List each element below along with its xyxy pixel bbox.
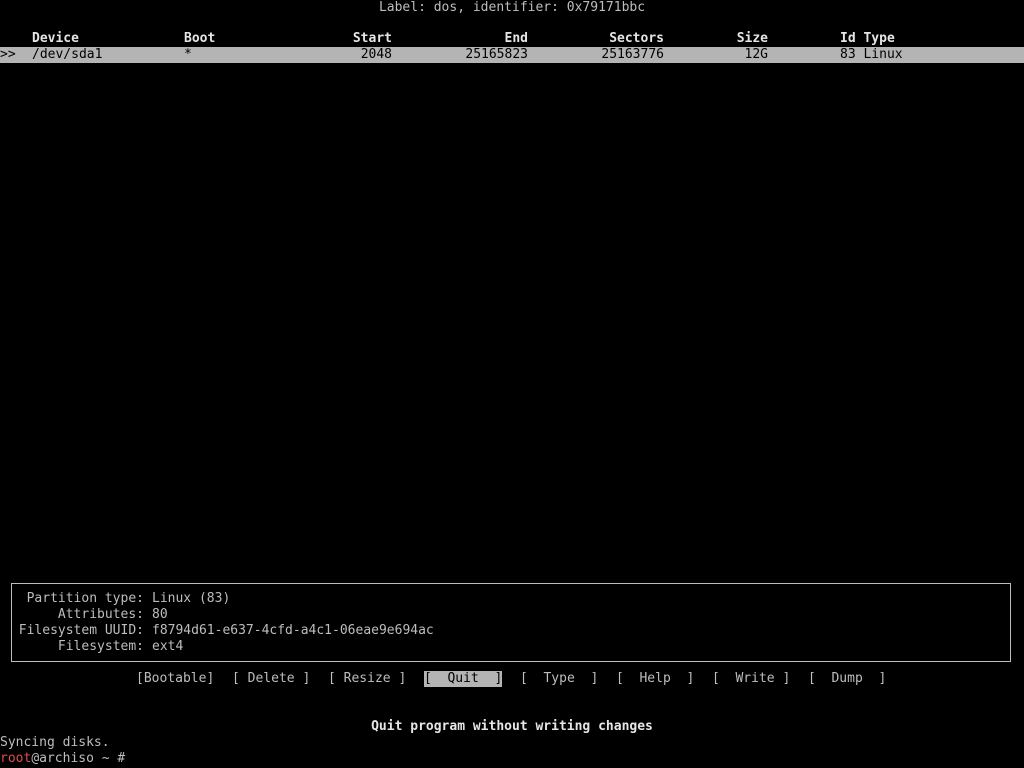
terminal-screen: Label: dos, identifier: 0x79171bbc Devic… — [0, 0, 1024, 768]
column-header-boot: Boot — [184, 31, 216, 46]
partition-sectors: 25163776 — [601, 47, 664, 62]
filesystem-label: Filesystem: — [57, 639, 144, 654]
filesystem-value: ext4 — [152, 639, 184, 654]
partition-device: /dev/sda1 — [32, 47, 103, 62]
action-menu: [Bootable] [ Delete ] [ Resize ] [ Quit … — [0, 671, 1024, 687]
column-header-device: Device — [32, 31, 79, 46]
menu-hint-text: Quit program without writing changes — [371, 719, 653, 734]
prompt-host: @archiso ~ # — [31, 751, 126, 766]
partition-end: 25165823 — [465, 47, 528, 62]
menu-write-button[interactable]: [ Write ] — [712, 671, 790, 687]
menu-help-button[interactable]: [ Help ] — [616, 671, 694, 687]
attributes-value: 80 — [152, 607, 168, 622]
partition-type-value: Linux (83) — [152, 591, 231, 606]
partition-row-selected[interactable]: >> /dev/sda1 * 2048 25165823 25163776 12… — [0, 47, 1024, 63]
prompt-user: root — [0, 751, 32, 766]
partition-boot-flag: * — [184, 47, 192, 62]
shell-output-line: Syncing disks. — [0, 735, 110, 750]
partition-type-label: Partition type: — [26, 591, 144, 606]
attributes-label: Attributes: — [57, 607, 144, 622]
shell-prompt[interactable]: root@archiso ~ # — [0, 751, 125, 767]
column-header-start: Start — [352, 31, 392, 46]
partition-size: 12G — [744, 47, 768, 62]
menu-bootable-button[interactable]: [Bootable] — [136, 671, 214, 687]
column-header-size: Size — [736, 31, 768, 46]
disk-label: Label: dos, identifier: 0x79171bbc — [378, 0, 646, 15]
row-selection-marker: >> — [0, 47, 16, 62]
menu-resize-button[interactable]: [ Resize ] — [328, 671, 406, 687]
column-header-end: End — [504, 31, 528, 46]
filesystem-uuid-label: Filesystem UUID: — [18, 623, 144, 638]
menu-quit-button[interactable]: [ Quit ] — [424, 671, 503, 687]
partition-id-type: 83 Linux — [840, 47, 903, 62]
menu-type-button[interactable]: [ Type ] — [520, 671, 598, 687]
partition-info-box: Partition type: Linux (83) Attributes: 8… — [11, 583, 1011, 662]
filesystem-uuid-value: f8794d61-e637-4cfd-a4c1-06eae9e694ac — [152, 623, 434, 638]
menu-dump-button[interactable]: [ Dump ] — [808, 671, 886, 687]
partition-start: 2048 — [360, 47, 392, 62]
menu-delete-button[interactable]: [ Delete ] — [232, 671, 310, 687]
column-header-id-type: Id Type — [840, 31, 895, 46]
column-header-sectors: Sectors — [609, 31, 664, 46]
